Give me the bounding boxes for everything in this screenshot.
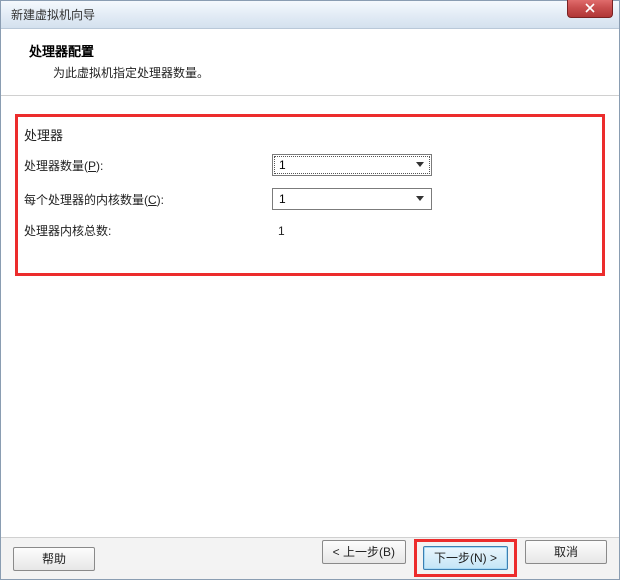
processor-count-row: 处理器数量(P): 1 xyxy=(22,154,592,176)
chevron-down-icon xyxy=(411,190,429,208)
total-cores-label: 处理器内核总数: xyxy=(24,222,272,239)
next-button[interactable]: 下一步(N) > xyxy=(423,546,508,570)
processor-section-label: 处理器 xyxy=(22,125,592,144)
cancel-button[interactable]: 取消 xyxy=(525,540,607,564)
cores-per-processor-label: 每个处理器的内核数量(C): xyxy=(24,191,272,208)
total-cores-row: 处理器内核总数: 1 xyxy=(22,222,592,239)
processor-count-value: 1 xyxy=(279,158,286,172)
cores-per-processor-select[interactable]: 1 xyxy=(272,188,432,210)
highlight-box: 处理器 处理器数量(P): 1 每个处理器的内核数量(C): 1 xyxy=(15,114,605,276)
page-title: 处理器配置 xyxy=(29,41,591,60)
processor-count-select[interactable]: 1 xyxy=(272,154,432,176)
processor-count-label: 处理器数量(P): xyxy=(24,157,272,174)
total-cores-value: 1 xyxy=(272,224,285,238)
nav-button-group: < 上一步(B) 下一步(N) > 取消 xyxy=(322,540,607,578)
header-panel: 处理器配置 为此虚拟机指定处理器数量。 xyxy=(1,29,619,96)
titlebar: 新建虚拟机向导 xyxy=(1,1,619,29)
help-button[interactable]: 帮助 xyxy=(13,547,95,571)
content-area: 处理器 处理器数量(P): 1 每个处理器的内核数量(C): 1 xyxy=(1,96,619,276)
page-subtitle: 为此虚拟机指定处理器数量。 xyxy=(53,64,591,81)
close-button[interactable] xyxy=(567,0,613,18)
chevron-down-icon xyxy=(411,156,429,174)
window-title: 新建虚拟机向导 xyxy=(11,6,95,23)
close-icon xyxy=(585,3,595,13)
next-button-highlight: 下一步(N) > xyxy=(414,539,517,577)
button-bar: 帮助 < 上一步(B) 下一步(N) > 取消 xyxy=(1,537,619,579)
back-button[interactable]: < 上一步(B) xyxy=(322,540,406,564)
cores-per-processor-value: 1 xyxy=(279,192,286,206)
wizard-window: 新建虚拟机向导 处理器配置 为此虚拟机指定处理器数量。 处理器 处理器数量(P)… xyxy=(0,0,620,580)
cores-per-processor-row: 每个处理器的内核数量(C): 1 xyxy=(22,188,592,210)
